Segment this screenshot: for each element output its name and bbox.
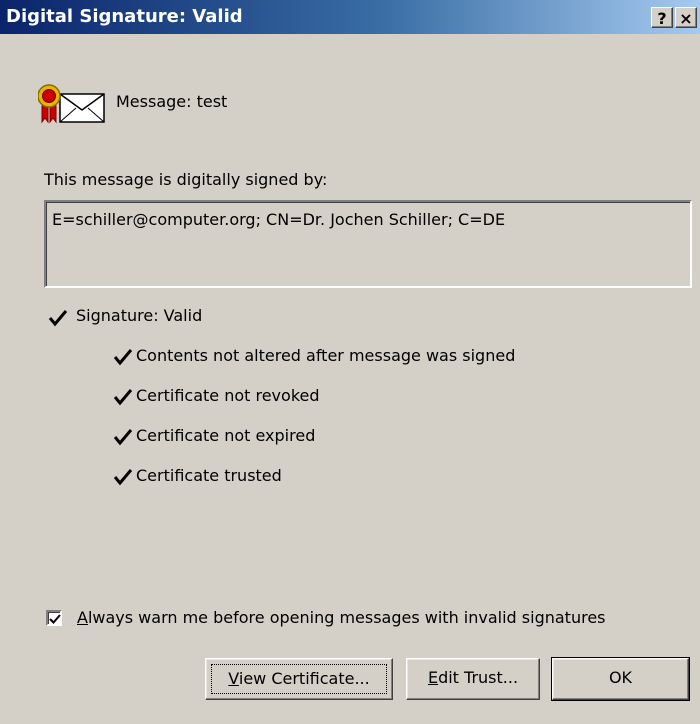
check-not-revoked: Certificate not revoked xyxy=(136,386,320,405)
digital-signature-dialog: Digital Signature: Valid ? × Message: te… xyxy=(0,0,700,724)
check-not-expired: Certificate not expired xyxy=(136,426,316,445)
check-icon xyxy=(113,349,133,366)
check-trusted: Certificate trusted xyxy=(136,466,282,485)
title-bar[interactable]: Digital Signature: Valid ? × xyxy=(0,0,700,34)
view-certificate-button[interactable]: View Certificate... xyxy=(205,658,393,700)
edit-trust-mnemonic: E xyxy=(427,668,439,687)
signer-field[interactable]: E=schiller@computer.org; CN=Dr. Jochen S… xyxy=(44,200,692,288)
check-icon xyxy=(113,469,133,486)
signer-value: E=schiller@computer.org; CN=Dr. Jochen S… xyxy=(52,210,506,229)
ok-button[interactable]: OK xyxy=(551,657,690,701)
focus-rect: View Certificate... xyxy=(211,664,387,694)
message-subject: Message: test xyxy=(116,92,228,111)
window-title: Digital Signature: Valid xyxy=(6,6,243,27)
help-button[interactable]: ? xyxy=(651,7,673,28)
always-warn-checkbox[interactable] xyxy=(46,610,62,626)
edit-trust-label: dit Trust... xyxy=(438,668,519,687)
signed-by-label: This message is digitally signed by: xyxy=(44,170,328,189)
always-warn-mnemonic: A xyxy=(77,608,88,627)
view-certificate-mnemonic: V xyxy=(228,669,239,688)
check-contents-not-altered: Contents not altered after message was s… xyxy=(136,346,516,365)
check-icon xyxy=(113,429,133,446)
signature-status: Signature: Valid xyxy=(76,306,203,325)
check-icon xyxy=(113,389,133,406)
ok-label: OK xyxy=(608,668,633,687)
always-warn-label[interactable]: Always warn me before opening messages w… xyxy=(77,608,606,627)
signed-envelope-icon xyxy=(38,84,105,124)
view-certificate-label: iew Certificate... xyxy=(238,669,370,688)
check-icon xyxy=(48,310,68,327)
always-warn-label-text: lways warn me before opening messages wi… xyxy=(87,608,606,627)
close-button[interactable]: × xyxy=(675,7,697,28)
checkmark-icon xyxy=(49,614,61,624)
edit-trust-button[interactable]: Edit Trust... xyxy=(406,658,540,700)
